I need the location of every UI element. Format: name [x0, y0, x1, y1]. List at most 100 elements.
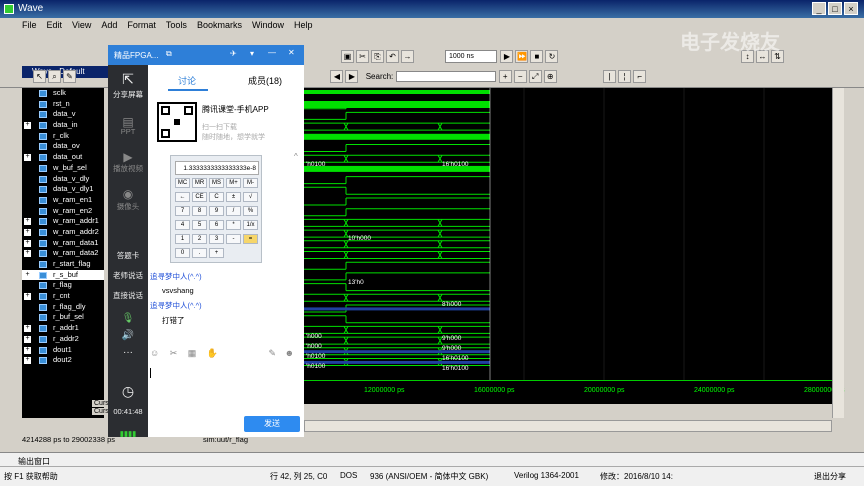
expand-icon[interactable]: + — [24, 324, 31, 333]
chevron-down-icon[interactable]: ▾ — [250, 49, 254, 58]
exit-share-button[interactable]: 退出分享 — [814, 471, 846, 482]
menu-item-edit[interactable]: Edit — [47, 20, 63, 33]
horizontal-scrollbar[interactable] — [304, 420, 832, 432]
signal-row[interactable]: + w_ram_addr1 — [22, 216, 104, 227]
run-icon[interactable]: ▶ — [500, 50, 514, 63]
microphone-icon[interactable]: 🎙 — [108, 313, 148, 324]
edit-icon[interactable]: ✎ — [269, 348, 277, 358]
chat-input-field[interactable] — [148, 362, 304, 412]
signal-row[interactable]: data_v — [22, 109, 104, 120]
share-screen-label[interactable]: 分享屏幕 — [108, 89, 148, 100]
signal-row[interactable]: + dout1 — [22, 345, 104, 356]
tab-members[interactable]: 成员(18) — [248, 74, 282, 87]
vertical-scrollbar[interactable] — [832, 88, 844, 418]
menu-item-view[interactable]: View — [72, 20, 91, 33]
cursor-add-icon[interactable]: | — [603, 70, 617, 83]
external-link-icon[interactable]: ⧉ — [166, 49, 172, 59]
maximize-icon[interactable]: □ — [828, 2, 842, 15]
signal-row[interactable]: sclk — [22, 88, 104, 99]
copy-icon[interactable]: ⎘ — [371, 50, 384, 63]
restart-icon[interactable]: ↻ — [545, 50, 559, 63]
save-icon[interactable]: ▣ — [341, 50, 354, 63]
waveform-pane[interactable]: 'h0100 16'h0100 10'h000 13'h0 8'h000 9'h000 9'… — [304, 88, 832, 380]
send-button[interactable]: 发送 — [244, 416, 300, 432]
video-icon[interactable]: ▶ — [108, 150, 148, 164]
menu-item-bookmarks[interactable]: Bookmarks — [197, 20, 242, 33]
signal-row[interactable]: r_buf_sel — [22, 312, 104, 323]
find-prev-icon[interactable]: ◀ — [330, 70, 344, 83]
expand-icon[interactable]: + — [24, 153, 31, 162]
teacher-speak-label[interactable]: 老师说话 — [108, 270, 148, 281]
more-icon[interactable]: ··· — [108, 347, 148, 358]
signal-row[interactable]: r_flag — [22, 280, 104, 291]
run-time-input[interactable]: 1000 ns — [445, 50, 497, 63]
collapse-icon[interactable]: ^ — [294, 152, 298, 161]
signal-row[interactable]: + r_s_buf — [22, 269, 104, 281]
zoom-in-icon[interactable]: + — [498, 70, 512, 83]
share-screen-icon[interactable]: ⇱ — [108, 71, 148, 88]
signal-row[interactable]: + r_cnt — [22, 291, 104, 302]
expand-icon[interactable]: + — [24, 271, 31, 279]
signal-row[interactable]: + data_out — [22, 152, 104, 163]
expand-icon[interactable]: + — [24, 335, 31, 343]
send-plane-icon[interactable]: ✈ — [230, 49, 237, 58]
expand-icon[interactable]: + — [24, 346, 31, 354]
menu-item-file[interactable]: File — [22, 20, 37, 33]
signal-row[interactable]: + w_ram_data1 — [22, 238, 104, 249]
step-icon[interactable]: → — [401, 50, 414, 63]
minimize-chat-icon[interactable]: — — [268, 48, 276, 57]
break-icon[interactable]: ■ — [530, 50, 544, 63]
expand-icon[interactable]: + — [24, 239, 31, 247]
undo-icon[interactable]: ↶ — [386, 50, 399, 63]
emoji-icon[interactable]: ☺ — [150, 348, 159, 358]
hand-icon[interactable]: ✋ — [207, 348, 218, 358]
output-panel-tab[interactable]: 输出窗口 — [0, 452, 864, 466]
camera-icon[interactable]: ◉ — [108, 187, 148, 201]
close-chat-icon[interactable]: ✕ — [288, 48, 295, 57]
zoom-full-icon[interactable]: ⤢ — [528, 70, 542, 83]
zoom-out-icon[interactable]: − — [513, 70, 527, 83]
signal-row[interactable]: w_ram_en1 — [22, 195, 104, 206]
expand-icon[interactable]: + — [24, 228, 31, 236]
menu-item-format[interactable]: Format — [127, 20, 156, 33]
expand-icon[interactable]: + — [24, 121, 31, 130]
signal-row[interactable]: + w_ram_addr2 — [22, 227, 104, 238]
tab-discuss[interactable]: 讨论 — [178, 74, 196, 87]
menu-item-help[interactable]: Help — [294, 20, 313, 33]
ppt-label[interactable]: PPT — [108, 127, 148, 136]
expand-icon[interactable]: + — [24, 356, 31, 365]
minimize-icon[interactable]: _ — [812, 2, 826, 15]
menu-item-add[interactable]: Add — [101, 20, 117, 33]
expand-icon[interactable]: + — [24, 292, 31, 301]
people-icon[interactable]: ☻ — [285, 348, 294, 358]
image-icon[interactable]: ▦ — [188, 348, 197, 358]
signal-row[interactable]: data_v_dly1 — [22, 184, 104, 195]
menu-item-tools[interactable]: Tools — [166, 20, 187, 33]
signal-row[interactable]: w_ram_en2 — [22, 206, 104, 217]
expand-icon[interactable]: + — [24, 217, 31, 226]
signal-row[interactable]: r_clk — [22, 131, 104, 142]
search-input[interactable] — [395, 71, 496, 83]
signal-row[interactable]: + data_in — [22, 120, 104, 131]
cursor-del-icon[interactable]: ¦ — [618, 70, 632, 83]
signal-row[interactable]: r_start_flag — [22, 259, 104, 270]
signal-row[interactable]: + r_addr2 — [22, 334, 104, 345]
expand-icon[interactable]: + — [24, 249, 31, 258]
signal-row[interactable]: w_buf_sel — [22, 163, 104, 174]
pointer-icon[interactable]: ↖ — [33, 70, 46, 83]
signal-row[interactable]: + dout2 — [22, 355, 104, 366]
close-icon[interactable]: × — [844, 2, 858, 15]
cut-icon[interactable]: ✂ — [356, 50, 369, 63]
speaker-icon[interactable]: 🔊 — [108, 330, 148, 341]
run-all-icon[interactable]: ⏩ — [515, 50, 529, 63]
answer-card-label[interactable]: 答题卡 — [108, 250, 148, 261]
signal-row[interactable]: + w_ram_data2 — [22, 248, 104, 259]
signal-row[interactable]: data_v_dly — [22, 174, 104, 185]
signal-row[interactable]: r_flag_dly — [22, 302, 104, 313]
zoom-cursor-icon[interactable]: ⊕ — [543, 70, 557, 83]
menu-item-window[interactable]: Window — [252, 20, 284, 33]
scissors-icon[interactable]: ✂ — [170, 348, 178, 358]
edit-icon[interactable]: ✎ — [63, 70, 76, 83]
cursor-lock-icon[interactable]: ⌐ — [633, 70, 647, 83]
camera-label[interactable]: 摄像头 — [108, 201, 148, 212]
